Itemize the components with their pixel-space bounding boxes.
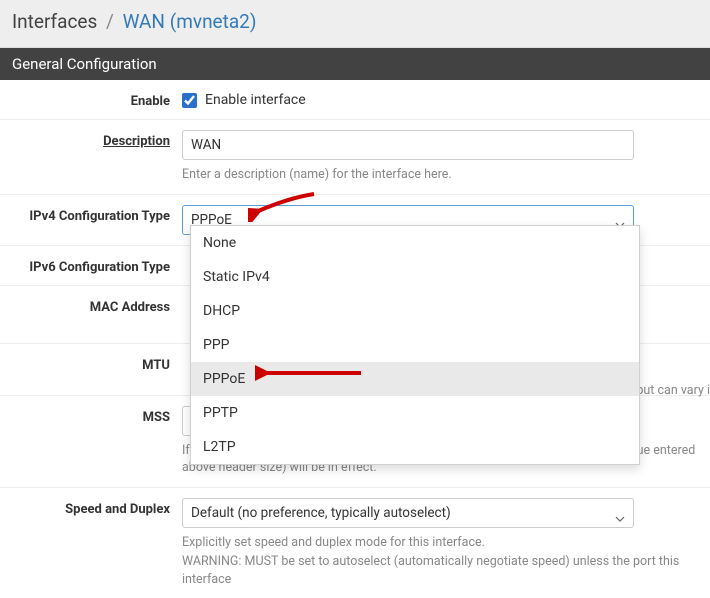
- label-speed: Speed and Duplex: [0, 498, 182, 517]
- breadcrumb-root[interactable]: Interfaces: [12, 10, 97, 33]
- dropdown-item-static-ipv4[interactable]: Static IPv4: [191, 260, 639, 294]
- dropdown-item-ppp[interactable]: PPP: [191, 328, 639, 362]
- label-ipv6-type: IPv6 Configuration Type: [0, 256, 182, 275]
- breadcrumb: Interfaces / WAN (mvneta2): [0, 0, 710, 48]
- mtu-help-fragment: but can vary i: [636, 382, 710, 400]
- dropdown-item-pptp[interactable]: PPTP: [191, 396, 639, 430]
- annotation-arrow-1: [248, 188, 318, 222]
- row-speed: Speed and Duplex Default (no preference,…: [0, 488, 710, 598]
- speed-select-value: Default (no preference, typically autose…: [191, 505, 451, 521]
- row-enable: Enable Enable interface: [0, 80, 710, 120]
- label-mac: MAC Address: [0, 296, 182, 315]
- label-mtu: MTU: [0, 354, 182, 373]
- label-mss: MSS: [0, 406, 182, 425]
- speed-help-1: Explicitly set speed and duplex mode for…: [182, 534, 700, 552]
- dropdown-item-dhcp[interactable]: DHCP: [191, 294, 639, 328]
- breadcrumb-separator: /: [106, 10, 114, 33]
- breadcrumb-leaf[interactable]: WAN (mvneta2): [123, 10, 257, 33]
- row-description: Description Enter a description (name) f…: [0, 120, 710, 195]
- annotation-arrow-2: [255, 364, 365, 382]
- label-enable: Enable: [0, 90, 182, 109]
- ipv4-type-dropdown: None Static IPv4 DHCP PPP PPPoE PPTP L2T…: [190, 225, 640, 465]
- description-help: Enter a description (name) for the inter…: [182, 166, 700, 184]
- speed-help-2: WARNING: MUST be set to autoselect (auto…: [182, 553, 700, 588]
- speed-select[interactable]: Default (no preference, typically autose…: [182, 498, 634, 528]
- label-ipv4-type: IPv4 Configuration Type: [0, 205, 182, 224]
- enable-checkbox-wrap[interactable]: Enable interface: [182, 90, 700, 108]
- chevron-down-icon: [615, 510, 625, 526]
- dropdown-item-l2tp[interactable]: L2TP: [191, 430, 639, 464]
- label-description: Description: [0, 130, 182, 149]
- enable-checkbox-label: Enable interface: [205, 92, 306, 108]
- section-header: General Configuration: [0, 48, 710, 80]
- description-input[interactable]: [182, 130, 634, 160]
- enable-checkbox[interactable]: [182, 93, 197, 108]
- dropdown-item-none[interactable]: None: [191, 226, 639, 260]
